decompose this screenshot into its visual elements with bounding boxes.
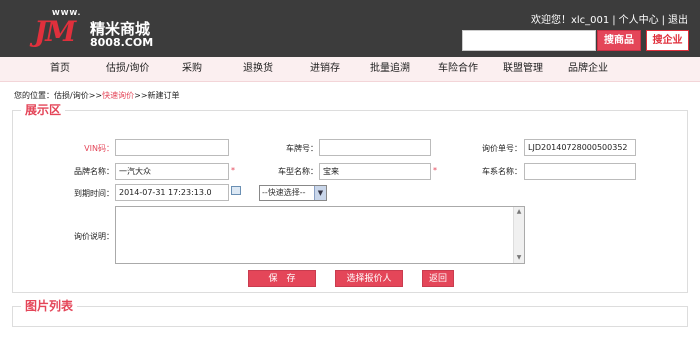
chevron-down-icon: ▼ (314, 186, 326, 200)
desc-label: 询价说明： (74, 232, 114, 241)
top-header: WWW. JM 精米商城 8008.COM 欢迎您！xlc_001 | 个人中心 | 退… (0, 0, 700, 57)
separator: | (612, 15, 616, 26)
search-goods-button[interactable]: 搜商品 (597, 30, 641, 51)
scroll-down-icon[interactable]: ▼ (514, 253, 524, 263)
plate-input[interactable] (319, 139, 431, 156)
deadline-input[interactable]: 2014-07-31 17:23:13.0 (115, 184, 229, 201)
brand-label: 品牌名称： (74, 167, 114, 176)
choose-quoter-button[interactable]: 选择报价人 (335, 270, 403, 287)
deadline-label: 到期时间： (74, 189, 114, 198)
display-panel-title: 展示区 (21, 101, 66, 118)
main-nav: 首页 估损/询价 采购 退换货 进销存 批量追溯 车险合作 联盟管理 品牌企业 (0, 57, 700, 82)
nav-item-inquiry[interactable]: 估损/询价 (106, 57, 149, 81)
top-links: 欢迎您！xlc_001 | 个人中心 | 退出 (531, 11, 688, 26)
breadcrumb-suffix: >>新建订单 (134, 91, 180, 100)
required-mark: * (433, 166, 437, 175)
separator: | (661, 15, 665, 26)
inquiry-no-input[interactable]: LJD20140728000500352 (524, 139, 636, 156)
vin-input[interactable] (115, 139, 229, 156)
search-company-button[interactable]: 搜企业 (646, 30, 689, 51)
personal-center-link[interactable]: 个人中心 (619, 15, 659, 26)
nav-item-insurance[interactable]: 车险合作 (438, 57, 478, 81)
vin-label: VIN码： (84, 144, 114, 153)
image-list-panel: 图片列表 (12, 297, 688, 327)
calendar-icon[interactable] (231, 186, 241, 195)
nav-item-batch-trace[interactable]: 批量追溯 (370, 57, 410, 81)
display-panel: 展示区 (12, 101, 688, 293)
nav-item-inventory[interactable]: 进销存 (310, 57, 340, 81)
site-logo[interactable]: WWW. JM 精米商城 8008.COM (34, 9, 164, 51)
quick-select-dropdown[interactable]: --快速选择-- ▼ (259, 185, 327, 201)
welcome-text: 欢迎您！xlc_001 (530, 15, 610, 26)
required-mark: * (231, 166, 235, 175)
nav-item-alliance[interactable]: 联盟管理 (503, 57, 543, 81)
desc-textarea[interactable]: ▲ ▼ (115, 206, 525, 264)
series-label: 车系名称： (482, 167, 522, 176)
logo-mark: JM (34, 15, 76, 48)
nav-item-purchase[interactable]: 采购 (182, 57, 202, 81)
save-button[interactable]: 保 存 (248, 270, 316, 287)
quick-select-value: --快速选择-- (262, 188, 306, 197)
image-list-title: 图片列表 (21, 297, 78, 314)
inquiry-no-label: 询价单号： (482, 144, 522, 153)
back-button[interactable]: 返回 (422, 270, 454, 287)
logo-domain: 8008.COM (90, 36, 154, 49)
logout-link[interactable]: 退出 (668, 15, 688, 26)
textarea-scrollbar[interactable]: ▲ ▼ (513, 207, 524, 263)
breadcrumb-prefix[interactable]: 您的位置：估损/询价>> (14, 91, 102, 100)
search-input[interactable] (462, 30, 596, 51)
breadcrumb-current[interactable]: 快速询价 (102, 91, 134, 100)
series-input[interactable] (524, 163, 636, 180)
nav-item-home[interactable]: 首页 (50, 57, 70, 81)
plate-label: 车牌号： (286, 144, 318, 153)
model-label: 车型名称： (278, 167, 318, 176)
nav-item-brand[interactable]: 品牌企业 (568, 57, 608, 81)
nav-item-returns[interactable]: 退换货 (243, 57, 273, 81)
breadcrumb: 您的位置：估损/询价>>快速询价>>新建订单 (14, 90, 180, 101)
scroll-up-icon[interactable]: ▲ (514, 207, 524, 217)
brand-input[interactable]: 一汽大众 (115, 163, 229, 180)
model-input[interactable]: 宝来 (319, 163, 431, 180)
